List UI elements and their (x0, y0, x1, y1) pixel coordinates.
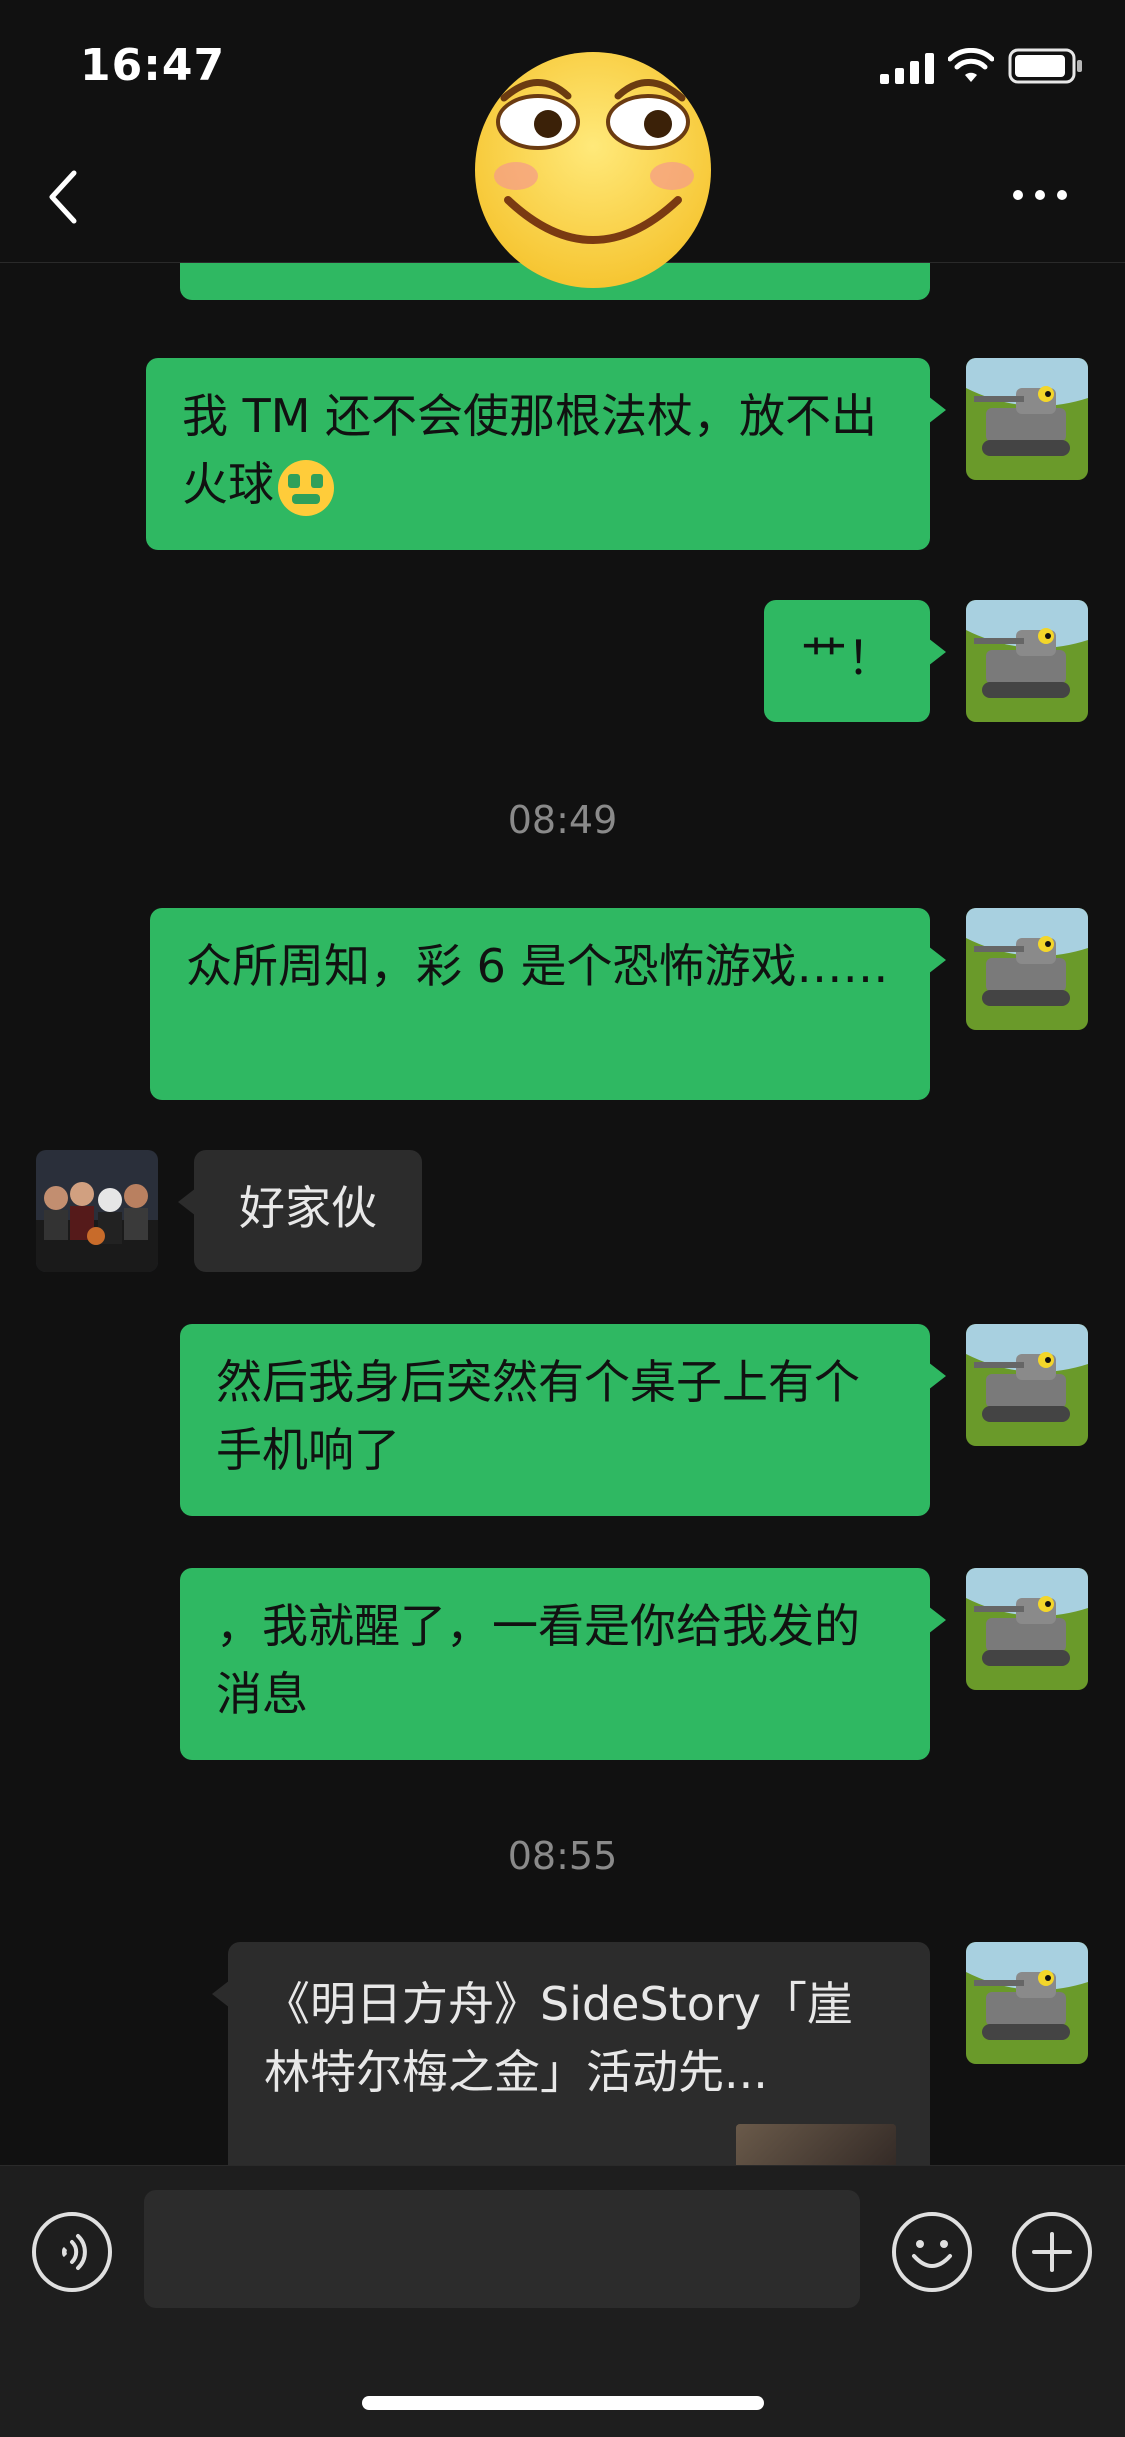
tank-avatar-icon (966, 908, 1088, 1030)
battery-icon (1008, 48, 1082, 84)
message-text: 艹！ (801, 631, 893, 685)
timestamp: 08:49 (507, 798, 618, 842)
chat-message-list[interactable]: 我 TM 还不会使那根法杖，放不出火球 艹！ 08:49 众所周知，彩 6 是个… (0, 262, 1125, 2165)
tank-avatar-icon (966, 358, 1088, 480)
status-time: 16:47 (80, 40, 226, 91)
message-input[interactable] (144, 2190, 860, 2308)
back-icon[interactable] (40, 165, 90, 229)
tank-avatar-icon (966, 1568, 1088, 1690)
tank-avatar-icon (966, 1942, 1088, 2064)
message-text: 然后我身后突然有个桌子上有个手机响了 (216, 1355, 860, 1477)
article-card[interactable]: 《明日方舟》SideStory「崖林特尔梅之金」活动先... (212, 1942, 930, 2165)
message-bubble[interactable]: 好家伙 (178, 1150, 422, 1272)
my-avatar[interactable] (966, 908, 1088, 1030)
article-title: 《明日方舟》SideStory「崖林特尔梅之金」活动先... (264, 1977, 853, 2099)
contact-avatar[interactable] (36, 1150, 158, 1272)
smiley-icon[interactable] (890, 2210, 974, 2294)
my-avatar[interactable] (966, 1942, 1088, 2064)
article-thumbnail (736, 2124, 896, 2165)
tank-avatar-icon (966, 600, 1088, 722)
chat-input-bar (0, 2165, 1125, 2437)
my-avatar[interactable] (966, 358, 1088, 480)
signal-icon (880, 52, 936, 84)
plus-icon[interactable] (1010, 2210, 1094, 2294)
message-bubble[interactable]: 艹！ (764, 600, 946, 722)
message-text: 好家伙 (239, 1181, 377, 1235)
more-icon[interactable] (1010, 185, 1070, 205)
my-avatar[interactable] (966, 1324, 1088, 1446)
message-bubble[interactable]: ，我就醒了，一看是你给我发的消息 (180, 1568, 946, 1760)
money-mouth-emoji-icon (278, 459, 334, 516)
group-photo-avatar (36, 1150, 158, 1272)
tank-avatar-icon (966, 1324, 1088, 1446)
my-avatar[interactable] (966, 600, 1088, 722)
message-bubble[interactable]: 我 TM 还不会使那根法杖，放不出火球 (146, 358, 946, 550)
timestamp: 08:55 (507, 1834, 618, 1878)
message-bubble[interactable]: 然后我身后突然有个桌子上有个手机响了 (180, 1324, 946, 1516)
home-indicator (362, 2396, 764, 2410)
my-avatar[interactable] (966, 1568, 1088, 1690)
message-bubble[interactable]: 众所周知，彩 6 是个恐怖游戏…… (150, 908, 946, 1100)
smirk-emoji-sticker (475, 52, 711, 288)
voice-icon[interactable] (30, 2210, 114, 2294)
message-text: 众所周知，彩 6 是个恐怖游戏…… (186, 939, 889, 993)
message-text: ，我就醒了，一看是你给我发的消息 (216, 1599, 860, 1721)
wifi-icon (948, 48, 994, 82)
